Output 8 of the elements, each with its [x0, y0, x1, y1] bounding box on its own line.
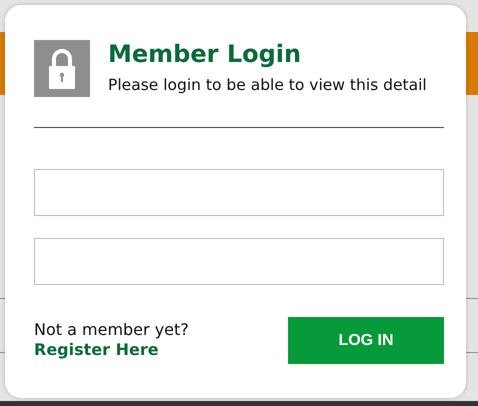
dialog-subtitle: Please login to be able to view this detail	[108, 75, 427, 95]
input-field[interactable]	[34, 169, 444, 216]
dialog-title: Member Login	[108, 40, 302, 68]
login-button[interactable]: LOG IN	[288, 317, 444, 364]
register-link[interactable]: Register Here	[34, 340, 189, 360]
register-prompt: Not a member yet?	[34, 320, 189, 340]
padlock-icon	[34, 40, 90, 97]
input-field[interactable]	[34, 238, 444, 285]
